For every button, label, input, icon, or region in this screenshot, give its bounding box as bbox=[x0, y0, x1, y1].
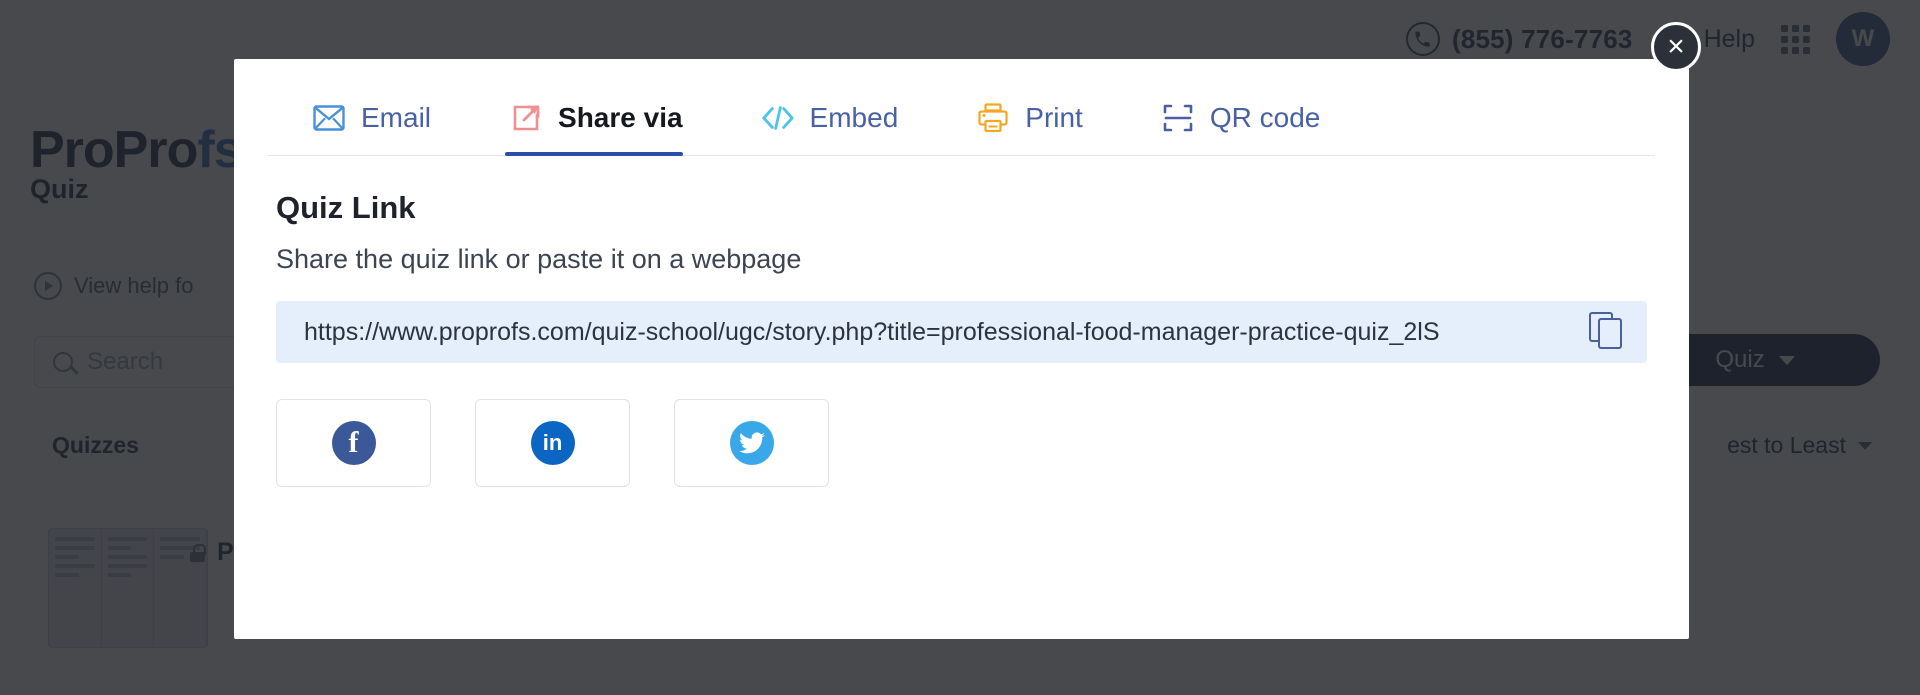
social-share-buttons: f in bbox=[276, 399, 1647, 487]
linkedin-glyph: in bbox=[543, 432, 563, 454]
tab-qr-code[interactable]: QR code bbox=[1157, 87, 1347, 155]
tab-embed-label: Embed bbox=[810, 102, 899, 134]
section-title: Quiz Link bbox=[276, 190, 1647, 226]
close-icon[interactable]: × bbox=[1651, 22, 1701, 72]
envelope-icon bbox=[312, 101, 346, 135]
linkedin-icon: in bbox=[531, 421, 575, 465]
printer-icon bbox=[976, 101, 1010, 135]
twitter-icon bbox=[730, 421, 774, 465]
tab-print[interactable]: Print bbox=[972, 87, 1109, 155]
quiz-link-field[interactable]: https://www.proprofs.com/quiz-school/ugc… bbox=[276, 301, 1647, 363]
external-link-icon bbox=[509, 101, 543, 135]
share-tabbar: Email Share via bbox=[234, 59, 1689, 156]
qr-scan-icon bbox=[1161, 101, 1195, 135]
twitter-bird-glyph bbox=[739, 432, 765, 454]
linkedin-share-button[interactable]: in bbox=[475, 399, 630, 487]
section-description: Share the quiz link or paste it on a web… bbox=[276, 244, 1647, 275]
tab-email-label: Email bbox=[361, 102, 431, 134]
tab-share-via-label: Share via bbox=[558, 102, 683, 134]
quiz-link-value: https://www.proprofs.com/quiz-school/ugc… bbox=[304, 318, 1571, 347]
facebook-glyph: f bbox=[349, 428, 359, 458]
facebook-icon: f bbox=[332, 421, 376, 465]
tab-email[interactable]: Email bbox=[308, 87, 457, 155]
tab-qr-code-label: QR code bbox=[1210, 102, 1321, 134]
screen: (855) 776-7763 ? Help W ProProfs Quiz Vi… bbox=[0, 0, 1920, 695]
facebook-share-button[interactable]: f bbox=[276, 399, 431, 487]
share-modal: Email Share via bbox=[234, 59, 1689, 639]
tab-print-label: Print bbox=[1025, 102, 1083, 134]
tab-share-via[interactable]: Share via bbox=[505, 87, 709, 155]
code-icon bbox=[761, 101, 795, 135]
tab-embed[interactable]: Embed bbox=[757, 87, 925, 155]
share-modal-body: Quiz Link Share the quiz link or paste i… bbox=[234, 156, 1689, 487]
twitter-share-button[interactable] bbox=[674, 399, 829, 487]
copy-icon[interactable] bbox=[1589, 312, 1625, 352]
